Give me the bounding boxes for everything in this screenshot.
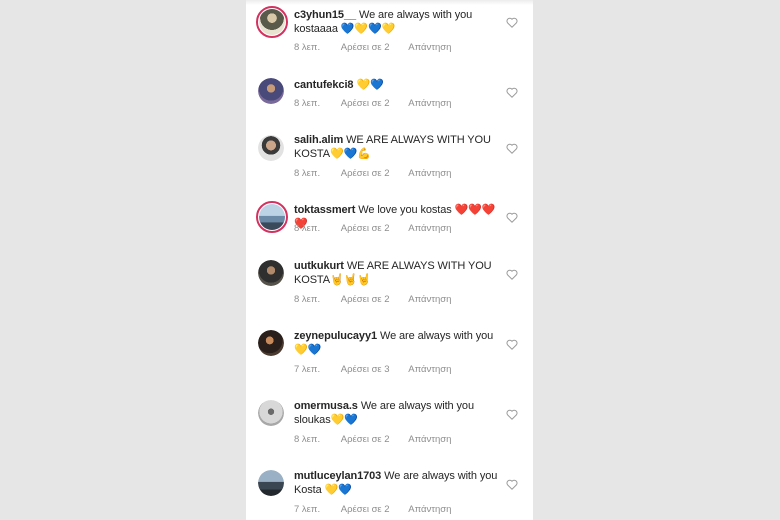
comment-meta: 8 λεπ. Αρέσει σε 2 Απάντηση (294, 168, 467, 179)
comment-meta: 7 λεπ. Αρέσει σε 2 Απάντηση (294, 504, 467, 515)
comment-meta: 7 λεπ. Αρέσει σε 3 Απάντηση (294, 364, 467, 375)
comment-likes-button[interactable]: Αρέσει σε 2 (341, 98, 390, 109)
comment-likes-button[interactable]: Αρέσει σε 2 (341, 223, 390, 234)
comment-username[interactable]: salih.alim (294, 134, 343, 146)
comment-reply-button[interactable]: Απάντηση (408, 434, 451, 445)
heart-outline-icon[interactable] (506, 212, 518, 223)
avatar-image (258, 400, 284, 426)
comment-username[interactable]: c3yhun15__ (294, 9, 356, 21)
comment-username[interactable]: toktassmert (294, 204, 355, 216)
comment-text-block: uutkukurt WE ARE ALWAYS WITH YOU KOSTA🤘🤘🤘 (294, 259, 504, 287)
heart-outline-icon[interactable] (506, 339, 518, 350)
comment-text-block: mutluceylan1703 We are always with you Ko… (294, 469, 504, 497)
comment-likes-button[interactable]: Αρέσει σε 2 (341, 168, 390, 179)
avatar-image (258, 260, 284, 286)
comment-username[interactable]: omermusa.s (294, 400, 358, 412)
comments-panel: c3yhun15__ We are always with you kostaaa… (246, 0, 533, 520)
avatar[interactable] (256, 201, 288, 233)
avatar-image (258, 330, 284, 356)
comment-meta: 8 λεπ. Αρέσει σε 2 Απάντηση (294, 42, 467, 53)
comment-item: zeynepulucayy1 We are always with you 💛💙 … (246, 329, 533, 389)
avatar[interactable] (256, 6, 288, 38)
avatar-image (259, 9, 285, 35)
comment-reply-button[interactable]: Απάντηση (408, 223, 451, 234)
comment-likes-button[interactable]: Αρέσει σε 3 (341, 364, 390, 375)
avatar[interactable] (258, 330, 284, 356)
comment-username[interactable]: zeynepulucayy1 (294, 330, 377, 342)
heart-outline-icon[interactable] (506, 269, 518, 280)
heart-outline-icon[interactable] (506, 143, 518, 154)
comment-username[interactable]: mutluceylan1703 (294, 470, 381, 482)
comment-item: c3yhun15__ We are always with you kostaaa… (246, 6, 533, 68)
comment-item: omermusa.s We are always with you sloukas… (246, 399, 533, 459)
avatar-image (258, 78, 284, 104)
comment-likes-button[interactable]: Αρέσει σε 2 (341, 504, 390, 515)
comment-text-block: omermusa.s We are always with you sloukas… (294, 399, 504, 427)
comment-item: salih.alim WE ARE ALWAYS WITH YOU KOSTA💛💙… (246, 133, 533, 193)
comment-item: cantufekci8 💛💙 8 λεπ. Αρέσει σε 2 Απάντησ… (246, 78, 533, 138)
comment-likes-button[interactable]: Αρέσει σε 2 (341, 294, 390, 305)
comment-item: uutkukurt WE ARE ALWAYS WITH YOU KOSTA🤘🤘🤘… (246, 259, 533, 319)
comment-body: 💛💙 (356, 79, 384, 91)
comment-time: 8 λεπ. (294, 223, 321, 234)
comment-reply-button[interactable]: Απάντηση (408, 504, 451, 515)
comment-meta: 8 λεπ. Αρέσει σε 2 Απάντηση (294, 434, 467, 445)
comment-time: 8 λεπ. (294, 294, 321, 305)
avatar[interactable] (258, 470, 284, 496)
comment-text-block: zeynepulucayy1 We are always with you 💛💙 (294, 329, 504, 357)
comment-reply-button[interactable]: Απάντηση (408, 42, 451, 53)
comment-username[interactable]: uutkukurt (294, 260, 344, 272)
heart-outline-icon[interactable] (506, 409, 518, 420)
comment-text-block: salih.alim WE ARE ALWAYS WITH YOU KOSTA💛💙… (294, 133, 504, 161)
comment-reply-button[interactable]: Απάντηση (408, 294, 451, 305)
avatar-image (259, 204, 285, 230)
comment-reply-button[interactable]: Απάντηση (408, 364, 451, 375)
comment-time: 7 λεπ. (294, 504, 321, 515)
comment-item: mutluceylan1703 We are always with you Ko… (246, 469, 533, 520)
avatar-image (258, 470, 284, 496)
comment-meta: 8 λεπ. Αρέσει σε 2 Απάντηση (294, 223, 467, 234)
comment-meta: 8 λεπ. Αρέσει σε 2 Απάντηση (294, 98, 467, 109)
comment-time: 7 λεπ. (294, 364, 321, 375)
panel-top-edge (246, 0, 533, 5)
heart-outline-icon[interactable] (506, 17, 518, 28)
avatar[interactable] (258, 135, 284, 161)
comment-time: 8 λεπ. (294, 42, 321, 53)
comment-time: 8 λεπ. (294, 168, 321, 179)
comment-text-block: c3yhun15__ We are always with you kostaaa… (294, 8, 504, 36)
avatar-image (258, 135, 284, 161)
avatar[interactable] (258, 400, 284, 426)
comment-reply-button[interactable]: Απάντηση (408, 98, 451, 109)
comment-reply-button[interactable]: Απάντηση (408, 168, 451, 179)
comment-likes-button[interactable]: Αρέσει σε 2 (341, 434, 390, 445)
comment-likes-button[interactable]: Αρέσει σε 2 (341, 42, 390, 53)
heart-outline-icon[interactable] (506, 479, 518, 490)
comment-text-block: cantufekci8 💛💙 (294, 78, 504, 92)
avatar[interactable] (258, 260, 284, 286)
comment-item: toktassmert We love you kostas ❤️❤️❤️❤️ 8… (246, 201, 533, 263)
heart-outline-icon[interactable] (506, 87, 518, 98)
comment-username[interactable]: cantufekci8 (294, 79, 354, 91)
comment-meta: 8 λεπ. Αρέσει σε 2 Απάντηση (294, 294, 467, 305)
avatar[interactable] (258, 78, 284, 104)
comment-time: 8 λεπ. (294, 434, 321, 445)
comment-time: 8 λεπ. (294, 98, 321, 109)
